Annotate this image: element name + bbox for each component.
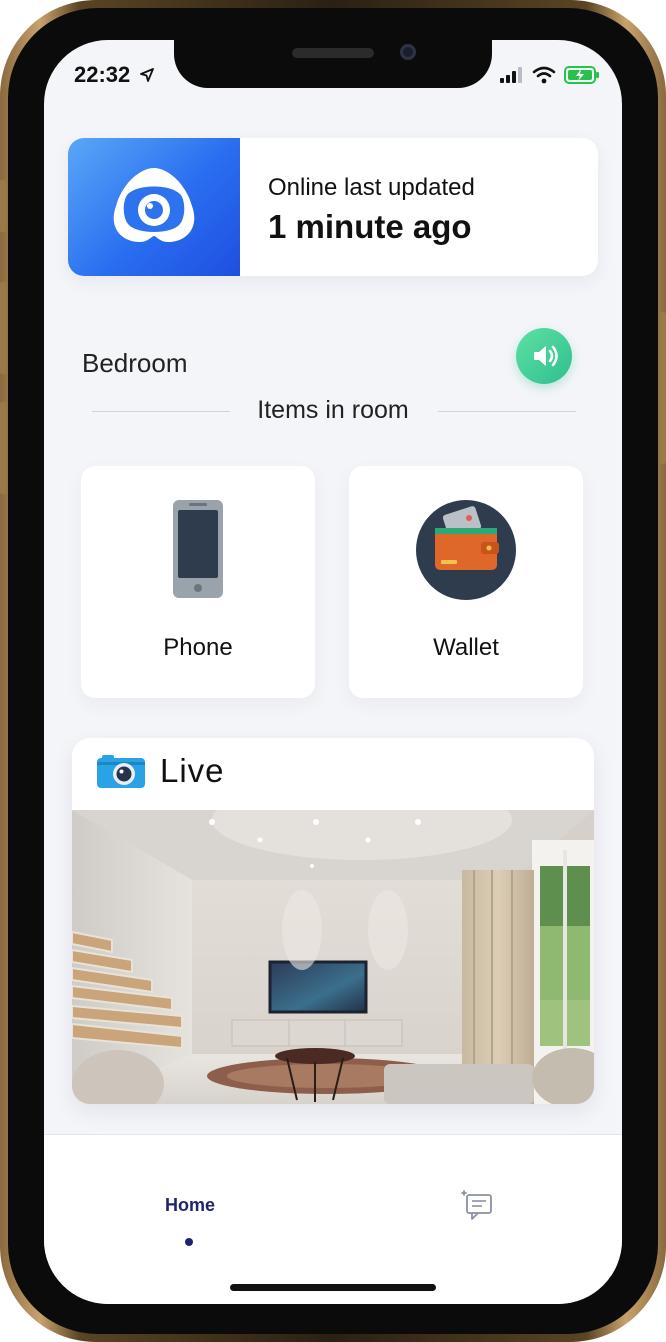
tab-home[interactable]: Home [140, 1195, 240, 1216]
home-indicator[interactable] [230, 1284, 436, 1291]
item-label-wallet: Wallet [433, 634, 499, 661]
smartphone-icon [173, 500, 223, 598]
signal-bars-icon [500, 67, 522, 83]
live-title: Live [160, 752, 225, 789]
earpiece-speaker [292, 48, 374, 58]
front-camera [400, 44, 416, 60]
app-logo [68, 138, 240, 276]
location-arrow-icon [140, 68, 155, 82]
tab-bar: Home [44, 1134, 622, 1304]
status-bar: 22:32 [74, 62, 155, 88]
wallet-icon [416, 500, 516, 600]
live-camera-feed[interactable] [72, 810, 594, 1104]
speaker-volume-icon [534, 345, 558, 367]
status-icons [500, 66, 600, 84]
sound-button[interactable] [516, 328, 572, 384]
item-label-phone: Phone [163, 634, 233, 661]
tab-home-active-indicator [185, 1238, 193, 1246]
last-updated-time: 1 minute ago [268, 208, 472, 245]
item-card-phone[interactable]: Phone [81, 466, 315, 698]
live-camera-card[interactable]: Live [72, 738, 594, 1104]
eye-logo-icon [113, 168, 195, 242]
volume-up-button [0, 282, 6, 374]
volume-down-button [0, 402, 6, 494]
wifi-icon [532, 66, 556, 84]
add-message-icon [461, 1190, 492, 1220]
item-card-wallet[interactable]: Wallet [349, 466, 583, 698]
battery-charging-icon [564, 66, 599, 84]
camera-icon [97, 755, 145, 788]
power-button [660, 312, 666, 464]
divider-right [438, 411, 576, 412]
screen: 22:32 Online last updated 1 minute ago B… [44, 40, 622, 1304]
room-name: Bedroom [82, 348, 188, 378]
tab-messages[interactable] [460, 1187, 496, 1223]
device-status-card: Online last updated 1 minute ago [68, 138, 598, 276]
mute-switch [0, 180, 6, 232]
phone-frame: 22:32 Online last updated 1 minute ago B… [0, 0, 666, 1342]
status-time: 22:32 [74, 62, 131, 87]
notch [174, 40, 492, 88]
online-status-text: Online last updated [268, 174, 475, 201]
